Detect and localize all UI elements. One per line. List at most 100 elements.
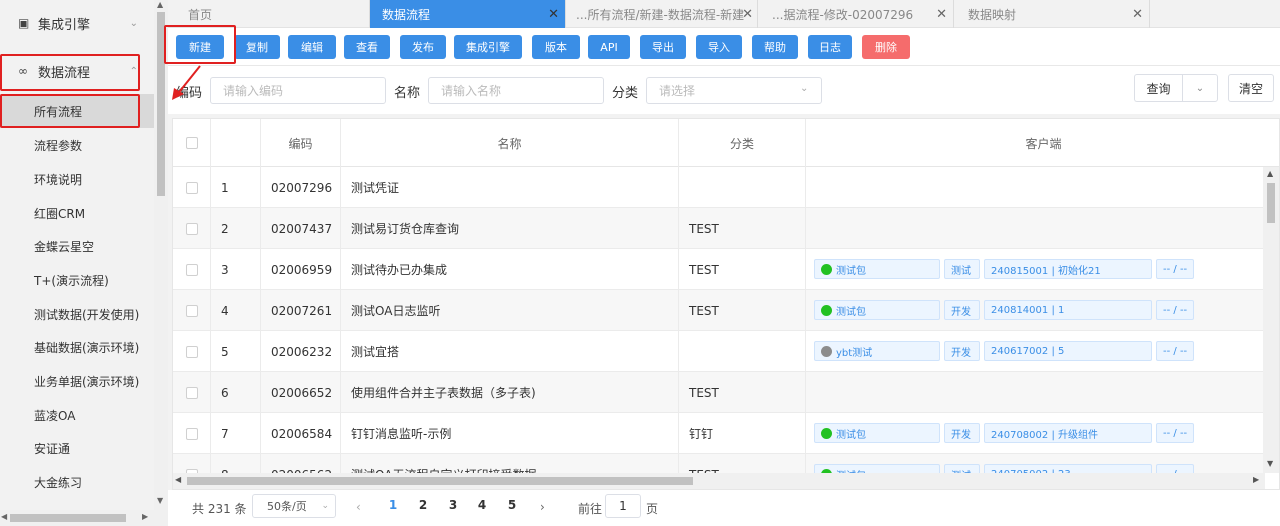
client-extra-tag[interactable]: -- / -- <box>1156 300 1194 320</box>
sidebar-group-integration[interactable]: ▣ 集成引擎 ⌄ <box>0 4 154 42</box>
scroll-right-icon[interactable]: ▶ <box>142 512 148 521</box>
scroll-left-icon[interactable]: ◀ <box>175 475 181 484</box>
scroll-left-icon[interactable]: ◀ <box>1 512 7 521</box>
clear-button[interactable]: 清空 <box>1228 74 1274 102</box>
table-row[interactable]: 3 02006959 测试待办已办集成 TEST 测试包 测试 240815001 | 初始… <box>173 249 1265 290</box>
page-size-select[interactable]: 50条/页 ⌄ <box>252 494 336 518</box>
publish-button[interactable]: 发布 <box>400 35 446 59</box>
tab-data-mapping[interactable]: 数据映射 ✕ <box>954 0 1150 28</box>
tab-home[interactable]: 首页 <box>176 0 370 28</box>
code-header[interactable]: 编码 <box>261 119 341 167</box>
close-icon[interactable]: ✕ <box>742 7 753 22</box>
sidebar-item-anzhengtong[interactable]: 安证通 <box>0 431 154 465</box>
client-version-tag[interactable]: 240617002 | 5 <box>984 341 1152 361</box>
table-row[interactable]: 2 02007437 测试易订货仓库查询 TEST <box>173 208 1265 249</box>
query-dropdown-button[interactable]: ⌄ <box>1182 74 1218 102</box>
tab-edit-flow[interactable]: ...据流程-修改-02007296 ✕ <box>758 0 954 28</box>
page-1[interactable]: 1 <box>383 498 403 512</box>
row-checkbox[interactable] <box>185 181 198 194</box>
category-select[interactable]: 请选择 <box>646 77 822 104</box>
sidebar-item-all-flows[interactable]: 所有流程 <box>0 94 154 128</box>
client-package-tag[interactable]: ybt测试 <box>814 341 940 361</box>
row-checkbox[interactable] <box>185 263 198 276</box>
table-row[interactable]: 1 02007296 测试凭证 <box>173 167 1265 208</box>
row-checkbox[interactable] <box>185 304 198 317</box>
table-vertical-scrollbar[interactable]: ▲ ▼ <box>1263 167 1279 473</box>
version-button[interactable]: 版本 <box>532 35 580 59</box>
client-env-tag[interactable]: 开发 <box>944 423 980 443</box>
close-icon[interactable]: ✕ <box>1132 7 1143 22</box>
client-extra-tag[interactable]: -- / -- <box>1156 259 1194 279</box>
page-5[interactable]: 5 <box>502 498 522 512</box>
scroll-down-icon[interactable]: ▼ <box>157 496 163 505</box>
row-checkbox[interactable] <box>185 427 198 440</box>
client-version-tag[interactable]: 240815001 | 初始化21 <box>984 259 1152 279</box>
category-header[interactable]: 分类 <box>679 119 806 167</box>
sidebar-horizontal-scrollbar[interactable]: ◀ ▶ <box>0 510 154 526</box>
view-button[interactable]: 查看 <box>344 35 390 59</box>
sidebar-group-dataflow[interactable]: ∞ 数据流程 ⌃ <box>0 52 154 90</box>
sidebar-item-kingdee[interactable]: 金蝶云星空 <box>0 229 154 263</box>
scroll-right-icon[interactable]: ▶ <box>1253 475 1259 484</box>
client-header[interactable]: 客户端 <box>806 119 1279 167</box>
table-horizontal-scrollbar[interactable]: ◀ ▶ <box>173 473 1265 489</box>
scroll-up-icon[interactable]: ▲ <box>1267 169 1273 178</box>
client-env-tag[interactable]: 开发 <box>944 341 980 361</box>
edit-button[interactable]: 编辑 <box>288 35 336 59</box>
delete-button[interactable]: 删除 <box>862 35 910 59</box>
page-3[interactable]: 3 <box>443 498 463 512</box>
prev-page-icon[interactable]: ‹ <box>356 500 361 514</box>
scrollbar-thumb[interactable] <box>187 477 693 485</box>
table-row[interactable]: 6 02006652 使用组件合并主子表数据（多子表) TEST <box>173 372 1265 413</box>
query-button[interactable]: 查询 <box>1134 74 1182 102</box>
sidebar-vertical-scrollbar[interactable]: ▲ ▼ <box>154 0 168 526</box>
row-checkbox[interactable] <box>185 386 198 399</box>
table-row[interactable]: 7 02006584 钉钉消息监听-示例 钉钉 测试包 开发 240708002 | 升级组… <box>173 413 1265 454</box>
close-icon[interactable]: ✕ <box>548 7 559 22</box>
table-row[interactable]: 5 02006232 测试宜搭 ybt测试 开发 240617002 | 5 -- / -- <box>173 331 1265 372</box>
page-4[interactable]: 4 <box>472 498 492 512</box>
help-button[interactable]: 帮助 <box>752 35 798 59</box>
tab-dataflow[interactable]: 数据流程 ✕ <box>370 0 566 28</box>
client-version-tag[interactable]: 240814001 | 1 <box>984 300 1152 320</box>
scroll-down-icon[interactable]: ▼ <box>1267 459 1273 468</box>
api-button[interactable]: API <box>588 35 630 59</box>
sidebar-item-env-notes[interactable]: 环境说明 <box>0 162 154 196</box>
import-button[interactable]: 导入 <box>696 35 742 59</box>
select-all-checkbox[interactable] <box>185 137 198 149</box>
sidebar-item-business-docs[interactable]: 业务单据(演示环境) <box>0 364 154 398</box>
sidebar-item-tplus[interactable]: T+(演示流程) <box>0 263 154 297</box>
client-package-tag[interactable]: 测试包 <box>814 300 940 320</box>
row-checkbox[interactable] <box>185 222 198 235</box>
client-extra-tag[interactable]: -- / -- <box>1156 341 1194 361</box>
scrollbar-thumb[interactable] <box>1267 183 1275 223</box>
sidebar-item-practice[interactable]: 大金练习 <box>0 465 154 499</box>
scrollbar-thumb[interactable] <box>10 514 126 522</box>
next-page-icon[interactable]: › <box>540 500 545 514</box>
sidebar-item-landray-oa[interactable]: 蓝凌OA <box>0 398 154 432</box>
client-env-tag[interactable]: 开发 <box>944 300 980 320</box>
client-package-tag[interactable]: 测试包 <box>814 423 940 443</box>
sidebar-item-test-data[interactable]: 测试数据(开发使用) <box>0 297 154 331</box>
scroll-up-icon[interactable]: ▲ <box>157 0 163 9</box>
name-input[interactable] <box>428 77 604 104</box>
close-icon[interactable]: ✕ <box>936 7 947 22</box>
client-env-tag[interactable]: 测试 <box>944 259 980 279</box>
sidebar-item-crm[interactable]: 红圈CRM <box>0 196 154 230</box>
row-checkbox[interactable] <box>185 345 198 358</box>
client-package-tag[interactable]: 测试包 <box>814 259 940 279</box>
name-header[interactable]: 名称 <box>341 119 679 167</box>
tab-new-flow[interactable]: ...所有流程/新建-数据流程-新建 ✕ <box>566 0 758 28</box>
export-button[interactable]: 导出 <box>640 35 686 59</box>
log-button[interactable]: 日志 <box>808 35 852 59</box>
sidebar-item-flow-params[interactable]: 流程参数 <box>0 128 154 162</box>
client-extra-tag[interactable]: -- / -- <box>1156 423 1194 443</box>
sidebar-item-base-data[interactable]: 基础数据(演示环境) <box>0 330 154 364</box>
client-version-tag[interactable]: 240708002 | 升级组件 <box>984 423 1152 443</box>
goto-page-input[interactable]: 1 <box>605 494 641 518</box>
code-input[interactable] <box>210 77 386 104</box>
page-2[interactable]: 2 <box>413 498 433 512</box>
table-row[interactable]: 4 02007261 测试OA日志监听 TEST 测试包 开发 240814001 | 1-… <box>173 290 1265 331</box>
copy-button[interactable]: 复制 <box>234 35 280 59</box>
integration-engine-button[interactable]: 集成引擎 <box>454 35 522 59</box>
